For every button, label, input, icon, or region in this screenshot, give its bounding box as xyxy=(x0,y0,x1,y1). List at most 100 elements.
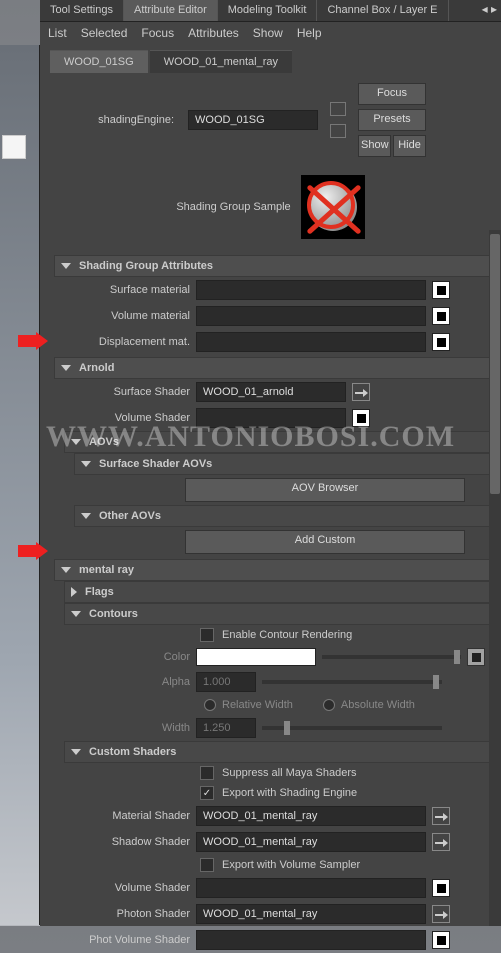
add-custom-button[interactable]: Add Custom xyxy=(185,530,465,554)
map-button-volume[interactable] xyxy=(432,307,450,325)
show-button[interactable]: Show xyxy=(358,135,391,157)
output-connections-icon[interactable] xyxy=(330,124,346,138)
menu-focus[interactable]: Focus xyxy=(141,26,174,40)
map-button-arnold-volume[interactable] xyxy=(352,409,370,427)
section-head-contours[interactable]: Contours xyxy=(64,603,491,625)
tab-modeling-toolkit[interactable]: Modeling Toolkit xyxy=(218,0,318,21)
section-title: Arnold xyxy=(79,362,114,374)
section-mental-ray: mental ray Flags Contours Enable Contour… xyxy=(54,559,491,953)
section-head-surface-aovs[interactable]: Surface Shader AOVs xyxy=(74,453,491,475)
suppress-checkbox[interactable] xyxy=(200,766,214,780)
section-arnold: Arnold Surface Shader Volume Shader AOVs… xyxy=(54,357,491,557)
section-head-mentalray[interactable]: mental ray xyxy=(54,559,491,581)
menu-help[interactable]: Help xyxy=(297,26,322,40)
section-title: Other AOVs xyxy=(99,510,161,522)
panel-tabs: Tool Settings Attribute Editor Modeling … xyxy=(40,0,501,22)
sample-label: Shading Group Sample xyxy=(176,201,290,213)
chevron-down-icon xyxy=(81,513,91,519)
export-vs-checkbox[interactable] xyxy=(200,858,214,872)
connection-icon[interactable] xyxy=(432,833,450,851)
io-icons xyxy=(324,102,352,138)
node-name-input[interactable] xyxy=(188,110,318,130)
menu-list[interactable]: List xyxy=(48,26,67,40)
section-title: Surface Shader AOVs xyxy=(99,458,212,470)
material-shader-input[interactable] xyxy=(196,806,426,826)
export-se-checkbox[interactable] xyxy=(200,786,214,800)
tab-scroll-arrows[interactable]: ◂ ▸ xyxy=(478,0,501,21)
label-material-shader: Material Shader xyxy=(60,810,190,822)
input-connections-icon[interactable] xyxy=(330,102,346,116)
map-button-surface[interactable] xyxy=(432,281,450,299)
radio-absolute[interactable] xyxy=(323,699,335,711)
map-button-phot-vol[interactable] xyxy=(432,931,450,949)
section-head-other-aovs[interactable]: Other AOVs xyxy=(74,505,491,527)
section-shading-group-attributes: Shading Group Attributes Surface materia… xyxy=(54,255,491,355)
section-title: Flags xyxy=(85,586,114,598)
label-absolute: Absolute Width xyxy=(341,699,415,711)
chevron-down-icon xyxy=(71,439,81,445)
shadow-shader-input[interactable] xyxy=(196,832,426,852)
map-button-mr-volume[interactable] xyxy=(432,879,450,897)
node-tab-wood-mr[interactable]: WOOD_01_mental_ray xyxy=(150,50,292,73)
connection-icon[interactable] xyxy=(352,383,370,401)
arnold-surface-input[interactable] xyxy=(196,382,346,402)
chevron-down-icon xyxy=(61,365,71,371)
label-width: Width xyxy=(60,722,190,734)
label-export-se: Export with Shading Engine xyxy=(222,787,357,799)
node-header: shadingEngine: Focus Presets Show Hide xyxy=(40,73,501,167)
section-head-aovs[interactable]: AOVs xyxy=(64,431,491,453)
label-volume-shader: Volume Shader xyxy=(60,882,190,894)
label-volume-material: Volume material xyxy=(60,310,190,322)
arnold-volume-input[interactable] xyxy=(196,408,346,428)
hide-button[interactable]: Hide xyxy=(393,135,426,157)
sample-swatch[interactable] xyxy=(301,175,365,239)
label-suppress: Suppress all Maya Shaders xyxy=(222,767,357,779)
width-slider[interactable] xyxy=(262,726,442,730)
node-type-label: shadingEngine: xyxy=(52,114,182,126)
section-title: Shading Group Attributes xyxy=(79,260,213,272)
section-head-sga[interactable]: Shading Group Attributes xyxy=(54,255,491,277)
section-head-flags[interactable]: Flags xyxy=(64,581,491,603)
map-button-color[interactable] xyxy=(467,648,485,666)
radio-relative[interactable] xyxy=(204,699,216,711)
color-slider[interactable] xyxy=(322,655,461,659)
section-head-arnold[interactable]: Arnold xyxy=(54,357,491,379)
connection-icon[interactable] xyxy=(432,807,450,825)
menu-attributes[interactable]: Attributes xyxy=(188,26,239,40)
surface-material-input[interactable] xyxy=(196,280,426,300)
tab-channel-box[interactable]: Channel Box / Layer E xyxy=(317,0,448,21)
scroll-thumb[interactable] xyxy=(490,234,500,494)
presets-button[interactable]: Presets xyxy=(358,109,426,131)
alpha-input[interactable] xyxy=(196,672,256,692)
menu-show[interactable]: Show xyxy=(253,26,283,40)
menu-selected[interactable]: Selected xyxy=(81,26,128,40)
node-tab-wood-sg[interactable]: WOOD_01SG xyxy=(50,50,148,73)
phot-vol-shader-input[interactable] xyxy=(196,930,426,950)
width-input[interactable] xyxy=(196,718,256,738)
error-x-icon xyxy=(307,181,359,233)
chevron-down-icon xyxy=(61,567,71,573)
tab-tool-settings[interactable]: Tool Settings xyxy=(40,0,124,21)
label-enable-contour: Enable Contour Rendering xyxy=(222,629,352,641)
label-phot-vol: Phot Volume Shader xyxy=(60,934,190,946)
color-swatch[interactable] xyxy=(196,648,316,666)
displacement-input[interactable] xyxy=(196,332,426,352)
photon-shader-input[interactable] xyxy=(196,904,426,924)
label-displacement-mat: Displacement mat. xyxy=(60,336,190,348)
connection-icon[interactable] xyxy=(432,905,450,923)
section-title: AOVs xyxy=(89,436,119,448)
label-arnold-surface: Surface Shader xyxy=(60,386,190,398)
section-head-custom-shaders[interactable]: Custom Shaders xyxy=(64,741,491,763)
label-photon-shader: Photon Shader xyxy=(60,908,190,920)
map-button-displacement[interactable] xyxy=(432,333,450,351)
label-export-vs: Export with Volume Sampler xyxy=(222,859,360,871)
scrollbar[interactable] xyxy=(489,230,501,926)
enable-contour-checkbox[interactable] xyxy=(200,628,214,642)
focus-button[interactable]: Focus xyxy=(358,83,426,105)
tab-attribute-editor[interactable]: Attribute Editor xyxy=(124,0,218,21)
mr-volume-shader-input[interactable] xyxy=(196,878,426,898)
alpha-slider[interactable] xyxy=(262,680,442,684)
section-title: mental ray xyxy=(79,564,134,576)
aov-browser-button[interactable]: AOV Browser xyxy=(185,478,465,502)
volume-material-input[interactable] xyxy=(196,306,426,326)
